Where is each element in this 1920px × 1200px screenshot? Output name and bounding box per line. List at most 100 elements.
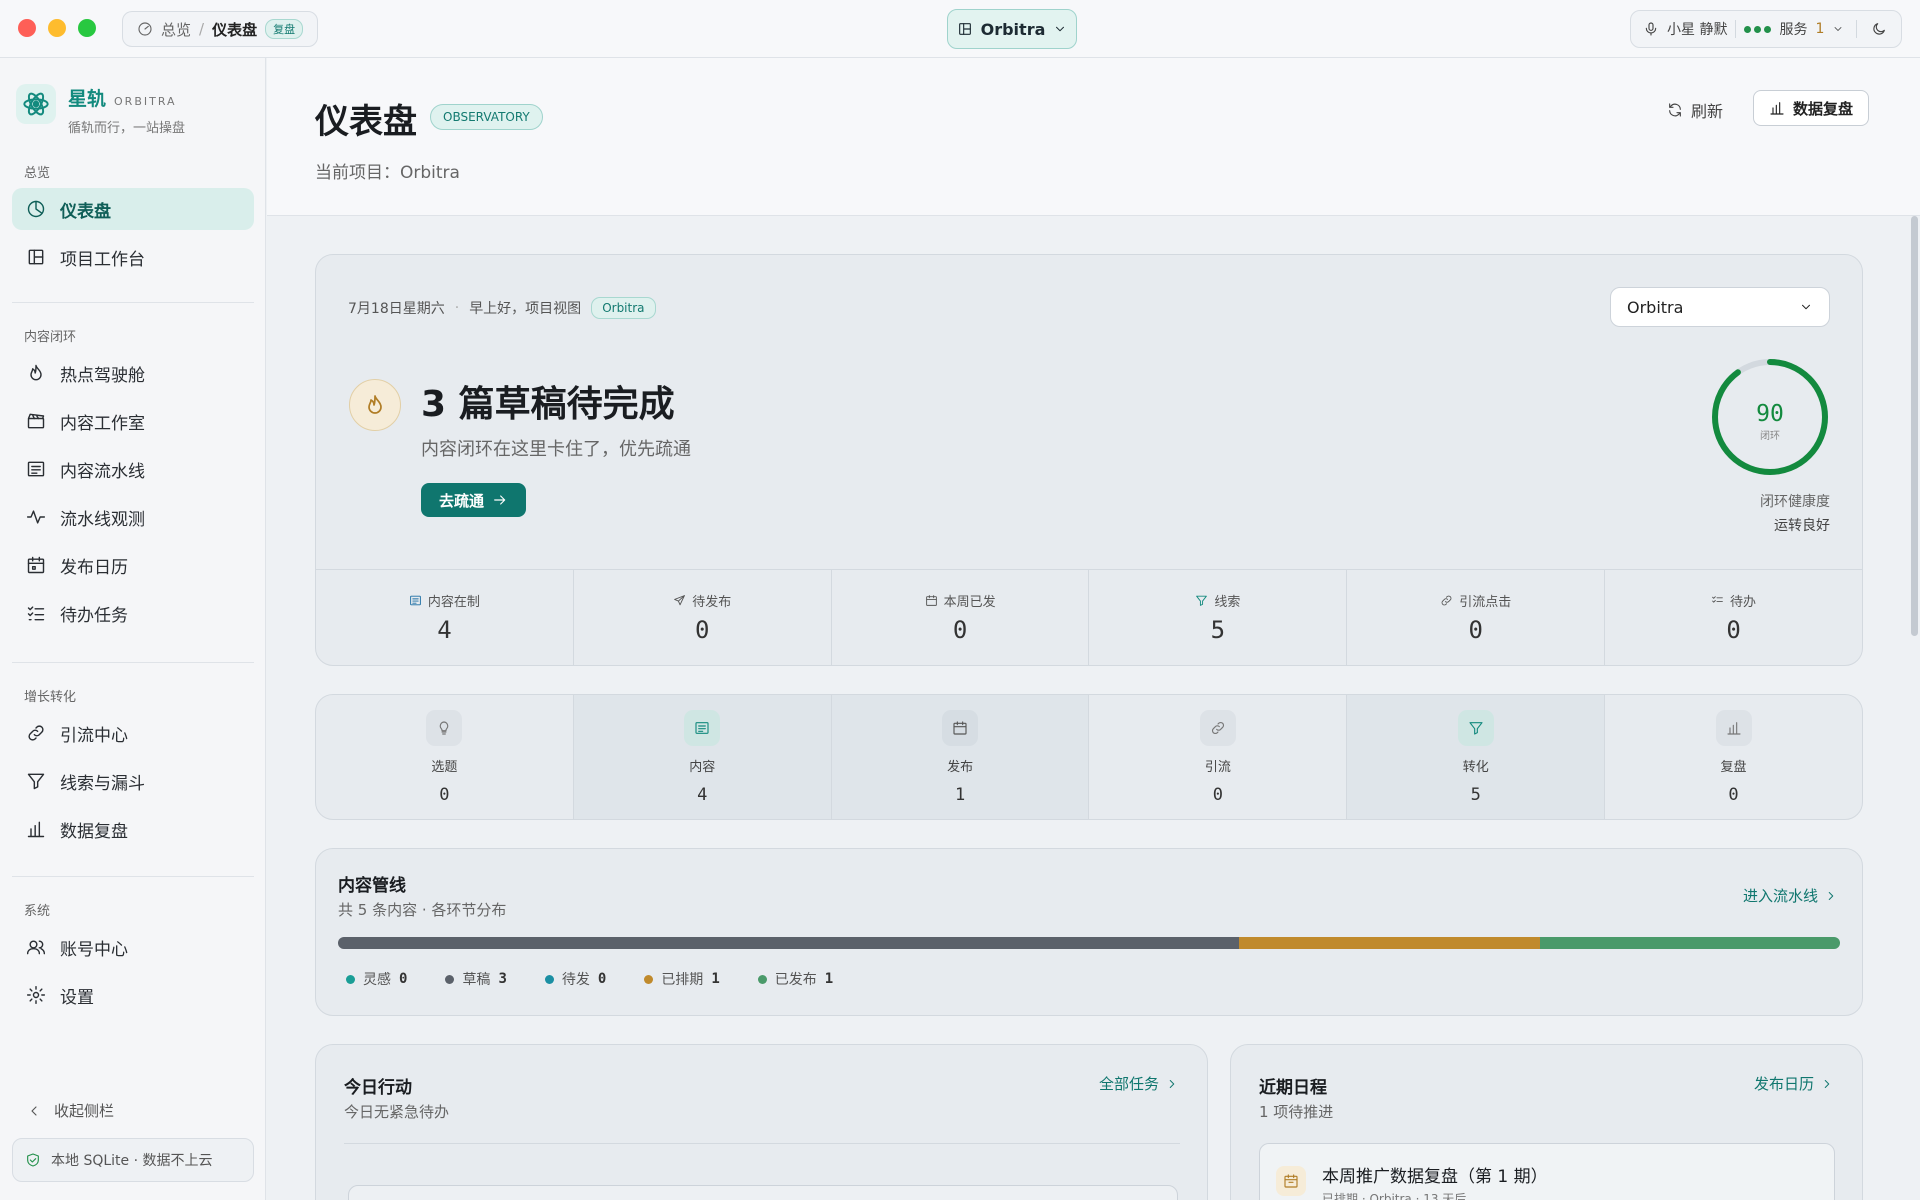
hero-greeting: 早上好，项目视图 bbox=[469, 301, 582, 317]
sidebar-item-accounts[interactable]: 账号中心 bbox=[12, 926, 254, 968]
schedule-event[interactable]: 本周推广数据复盘（第 1 期） 已排期 · Orbitra · 13 天后 bbox=[1259, 1143, 1835, 1200]
content-pipeline-card: 内容管线 共 5 条内容 · 各环节分布 进入流水线 灵感 0 草稿 3 待发 0 已… bbox=[315, 848, 1863, 1016]
sidebar-item-review[interactable]: 数据复盘 bbox=[12, 808, 254, 850]
calendar-icon bbox=[942, 709, 979, 746]
legend-count: 0 bbox=[597, 971, 607, 987]
sidebar-item-label: 线索与漏斗 bbox=[60, 773, 145, 794]
sidebar-item-hotspot[interactable]: 热点驾驶舱 bbox=[12, 352, 254, 394]
layout-icon bbox=[26, 247, 46, 267]
checklist-icon bbox=[1711, 594, 1724, 607]
breadcrumb-separator: / bbox=[199, 20, 205, 38]
open-pipeline-label: 进入流水线 bbox=[1742, 887, 1818, 905]
loop-stages: 选题 0 内容 4 发布 1 引流 0 转化 5 复盘 0 bbox=[315, 694, 1863, 820]
legend-item: 已排期 1 bbox=[644, 969, 720, 989]
chevron-down-icon[interactable] bbox=[1832, 23, 1844, 35]
legend-label: 草稿 bbox=[462, 972, 491, 988]
stage-review[interactable]: 复盘 0 bbox=[1605, 695, 1862, 819]
chevron-right-icon bbox=[1820, 1077, 1834, 1091]
list-icon bbox=[409, 594, 422, 607]
health-ring: 90 闭环 bbox=[1710, 357, 1830, 477]
flame-icon bbox=[349, 379, 401, 431]
project-switcher-label: Orbitra bbox=[980, 19, 1046, 39]
sidebar-item-observe[interactable]: 流水线观测 bbox=[12, 496, 254, 538]
open-pipeline-link[interactable]: 进入流水线 bbox=[1743, 885, 1838, 906]
metric-label: 引流点击 bbox=[1459, 595, 1512, 610]
legend-count: 3 bbox=[498, 971, 507, 987]
close-window-button[interactable] bbox=[18, 19, 36, 37]
stage-traffic[interactable]: 引流 0 bbox=[1089, 695, 1348, 819]
sidebar-item-traffic[interactable]: 引流中心 bbox=[12, 712, 254, 754]
stage-label: 发布 bbox=[947, 759, 974, 775]
scrollbar[interactable] bbox=[1911, 216, 1918, 636]
sidebar-item-label: 仪表盘 bbox=[60, 201, 111, 222]
metric-clicks[interactable]: 引流点击 0 bbox=[1347, 570, 1606, 665]
upcoming-schedule-card: 近期日程 1 项待推进 发布日历 本周推广数据复盘（第 1 期） 已排期 · O… bbox=[1230, 1044, 1863, 1200]
stage-convert[interactable]: 转化 5 bbox=[1347, 695, 1606, 819]
sidebar-section-title: 内容闭环 bbox=[24, 330, 77, 345]
sidebar-item-calendar[interactable]: 发布日历 bbox=[12, 544, 254, 586]
sidebar-item-label: 待办任务 bbox=[60, 605, 128, 626]
hero-subtitle: 内容闭环在这里卡住了，优先疏通 bbox=[421, 439, 691, 460]
breadcrumb-root[interactable]: 总览 bbox=[161, 19, 191, 40]
refresh-icon bbox=[1667, 102, 1683, 118]
clapper-icon bbox=[26, 411, 46, 431]
sidebar-item-todo[interactable]: 待办任务 bbox=[12, 592, 254, 634]
legend-dot bbox=[644, 974, 654, 984]
metric-todo[interactable]: 待办 0 bbox=[1605, 570, 1862, 665]
sidebar-item-dashboard[interactable]: 仪表盘 bbox=[12, 188, 254, 230]
stage-topic[interactable]: 选题 0 bbox=[316, 695, 574, 819]
stage-label: 选题 bbox=[431, 759, 458, 775]
project-select[interactable]: Orbitra bbox=[1610, 287, 1830, 327]
metric-pending[interactable]: 待发布 0 bbox=[574, 570, 832, 665]
maximize-window-button[interactable] bbox=[78, 19, 96, 37]
list-item[interactable] bbox=[348, 1185, 1178, 1200]
sidebar-item-workbench[interactable]: 项目工作台 bbox=[12, 236, 254, 278]
service-label[interactable]: 服务 bbox=[1779, 19, 1807, 39]
health-ring-chart: 90 闭环 bbox=[1712, 359, 1828, 475]
shield-icon bbox=[25, 1152, 41, 1168]
refresh-button[interactable]: 刷新 bbox=[1667, 98, 1723, 122]
sidebar-item-settings[interactable]: 设置 bbox=[12, 974, 254, 1016]
calendar-link[interactable]: 发布日历 bbox=[1754, 1073, 1834, 1094]
stage-publish[interactable]: 发布 1 bbox=[831, 695, 1090, 819]
today-subtitle: 今日无紧急待办 bbox=[344, 1103, 450, 1121]
metric-value: 0 bbox=[1468, 616, 1483, 644]
sidebar: 星轨 ORBITRA 循轨而行，一站操盘 总览 仪表盘 项目工作台 内容闭环 热点… bbox=[0, 58, 266, 1200]
today-actions-card: 今日行动 今日无紧急待办 全部任务 bbox=[315, 1044, 1208, 1200]
legend-item: 草稿 3 bbox=[445, 969, 507, 989]
mic-status[interactable]: 小星 静默 bbox=[1667, 19, 1727, 39]
calendar-link-label: 发布日历 bbox=[1753, 1075, 1814, 1093]
sidebar-divider bbox=[12, 662, 254, 663]
data-review-button[interactable]: 数据复盘 bbox=[1753, 90, 1869, 126]
mic-icon[interactable] bbox=[1643, 21, 1659, 37]
sidebar-item-studio[interactable]: 内容工作室 bbox=[12, 400, 254, 442]
calendar-icon bbox=[1276, 1166, 1306, 1196]
breadcrumb-tag: 复盘 bbox=[265, 19, 304, 39]
metric-published[interactable]: 本周已发 0 bbox=[832, 570, 1090, 665]
project-switcher[interactable]: Orbitra bbox=[947, 9, 1077, 49]
stage-label: 复盘 bbox=[1720, 759, 1747, 775]
metric-wip[interactable]: 内容在制 4 bbox=[316, 570, 574, 665]
moon-icon[interactable] bbox=[1871, 21, 1887, 37]
hero-date: 7月18日星期六 bbox=[348, 301, 445, 317]
collapse-sidebar-button[interactable]: 收起侧栏 bbox=[26, 1100, 114, 1121]
sidebar-item-pipeline[interactable]: 内容流水线 bbox=[12, 448, 254, 490]
legend-dot bbox=[346, 974, 355, 984]
data-review-label: 数据复盘 bbox=[1792, 99, 1853, 118]
metric-leads[interactable]: 线索 5 bbox=[1089, 570, 1348, 665]
brand-en: ORBITRA bbox=[114, 95, 177, 108]
sidebar-item-funnel[interactable]: 线索与漏斗 bbox=[12, 760, 254, 802]
legend-item: 待发 0 bbox=[544, 969, 607, 989]
project-select-value: Orbitra bbox=[1627, 297, 1684, 317]
event-title: 本周推广数据复盘（第 1 期） bbox=[1322, 1167, 1548, 1187]
sidebar-item-label: 设置 bbox=[60, 987, 94, 1008]
hero-project-tag: Orbitra bbox=[591, 297, 656, 319]
unblock-button[interactable]: 去疏通 bbox=[421, 483, 526, 517]
status-pill: 小星 静默 服务 1 bbox=[1630, 10, 1902, 48]
breadcrumb: 总览 / 仪表盘 复盘 bbox=[122, 11, 319, 47]
minimize-window-button[interactable] bbox=[48, 19, 66, 37]
all-tasks-link[interactable]: 全部任务 bbox=[1099, 1073, 1179, 1094]
service-dots-icon bbox=[1744, 25, 1772, 33]
stage-content[interactable]: 内容 4 bbox=[573, 695, 832, 819]
stage-value: 0 bbox=[1728, 784, 1739, 805]
